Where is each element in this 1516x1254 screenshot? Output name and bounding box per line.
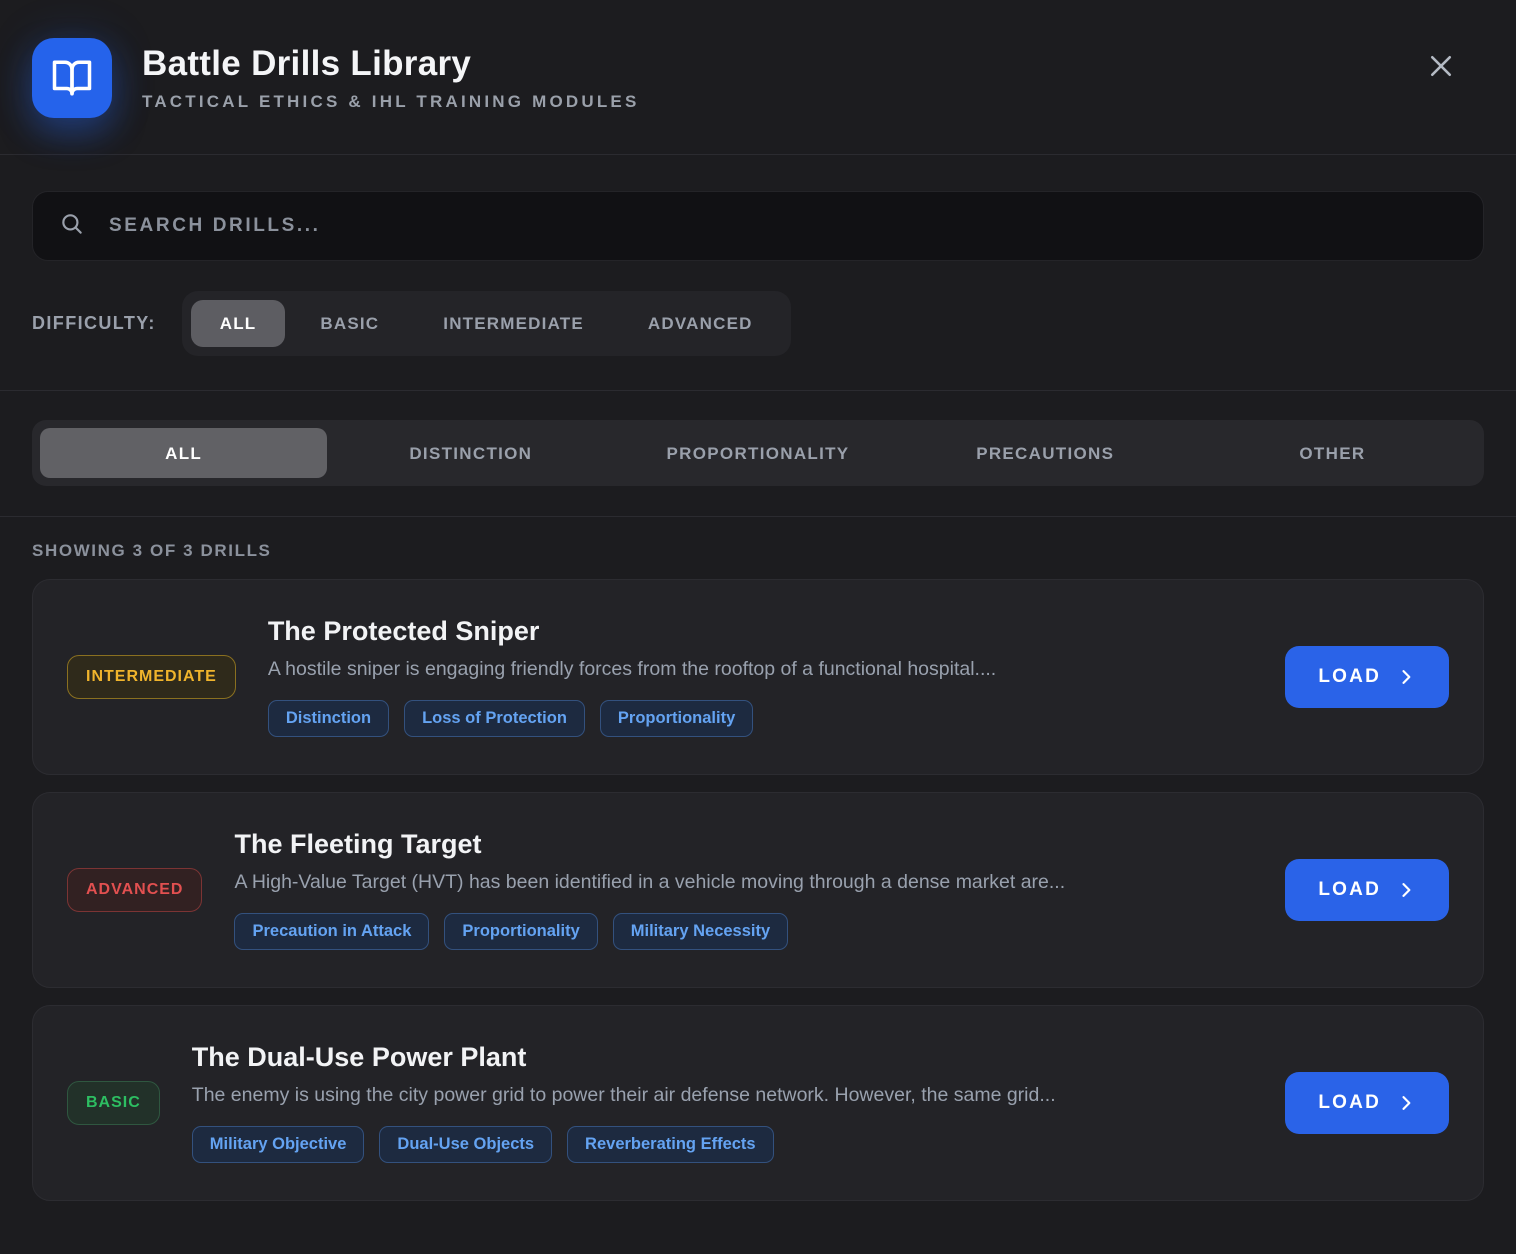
category-tab-precautions[interactable]: PRECAUTIONS bbox=[902, 428, 1189, 478]
drill-tag: Dual-Use Objects bbox=[379, 1126, 552, 1163]
chevron-right-icon bbox=[1396, 667, 1416, 687]
drill-tags: Precaution in Attack Proportionality Milit… bbox=[234, 913, 1253, 950]
chevron-right-icon bbox=[1396, 1093, 1416, 1113]
category-tab-proportionality[interactable]: PROPORTIONALITY bbox=[614, 428, 901, 478]
drill-content: The Fleeting Target A High-Value Target … bbox=[234, 830, 1253, 950]
category-tab-other[interactable]: OTHER bbox=[1189, 428, 1476, 478]
chevron-right-icon bbox=[1396, 880, 1416, 900]
category-tab-all[interactable]: ALL bbox=[40, 428, 327, 478]
difficulty-filter-row: DIFFICULTY: ALLBASICINTERMEDIATEADVANCED bbox=[32, 291, 1484, 356]
drill-tag: Military Objective bbox=[192, 1126, 365, 1163]
battle-drills-library-modal: Battle Drills Library TACTICAL ETHICS & … bbox=[0, 0, 1516, 1254]
page-title: Battle Drills Library bbox=[142, 46, 639, 81]
load-button[interactable]: LOAD bbox=[1285, 859, 1449, 921]
category-tabs-section: ALLDISTINCTIONPROPORTIONALITYPRECAUTIONS… bbox=[0, 391, 1516, 516]
drill-title: The Protected Sniper bbox=[268, 617, 1254, 647]
search-input[interactable] bbox=[107, 214, 1457, 238]
load-button-label: LOAD bbox=[1318, 1092, 1381, 1114]
drill-tag: Proportionality bbox=[600, 700, 753, 737]
drill-content: The Dual-Use Power Plant The enemy is us… bbox=[192, 1043, 1254, 1163]
drill-tag: Distinction bbox=[268, 700, 389, 737]
drill-tag: Military Necessity bbox=[613, 913, 788, 950]
load-button[interactable]: LOAD bbox=[1285, 1072, 1449, 1134]
drill-tag: Reverberating Effects bbox=[567, 1126, 774, 1163]
load-button[interactable]: LOAD bbox=[1285, 646, 1449, 708]
drill-tag: Loss of Protection bbox=[404, 700, 585, 737]
category-tab-distinction[interactable]: DISTINCTION bbox=[327, 428, 614, 478]
drill-content: The Protected Sniper A hostile sniper is… bbox=[268, 617, 1254, 737]
results-summary: SHOWING 3 OF 3 DRILLS bbox=[32, 541, 1484, 561]
drill-tags: Distinction Loss of Protection Proportiona… bbox=[268, 700, 1254, 737]
drill-description: The enemy is using the city power grid t… bbox=[192, 1084, 1254, 1107]
controls-section: DIFFICULTY: ALLBASICINTERMEDIATEADVANCED bbox=[0, 155, 1516, 390]
drill-tags: Military Objective Dual-Use Objects Reverb… bbox=[192, 1126, 1254, 1163]
header-titles: Battle Drills Library TACTICAL ETHICS & … bbox=[142, 46, 639, 110]
load-button-label: LOAD bbox=[1318, 666, 1381, 688]
drill-list-section: SHOWING 3 OF 3 DRILLS INTERMEDIATE The P… bbox=[0, 517, 1516, 1218]
difficulty-option-advanced[interactable]: ADVANCED bbox=[619, 300, 782, 347]
difficulty-badge: BASIC bbox=[67, 1081, 160, 1125]
page-subtitle: TACTICAL ETHICS & IHL TRAINING MODULES bbox=[142, 93, 639, 110]
close-icon bbox=[1426, 51, 1456, 84]
difficulty-option-basic[interactable]: BASIC bbox=[291, 300, 408, 347]
drill-card: INTERMEDIATE The Protected Sniper A host… bbox=[32, 579, 1484, 775]
difficulty-badge: ADVANCED bbox=[67, 868, 202, 912]
difficulty-group: ALLBASICINTERMEDIATEADVANCED bbox=[182, 291, 791, 356]
drill-tag: Precaution in Attack bbox=[234, 913, 429, 950]
drill-title: The Dual-Use Power Plant bbox=[192, 1043, 1254, 1073]
search-bar bbox=[32, 191, 1484, 261]
load-button-label: LOAD bbox=[1318, 879, 1381, 901]
drill-list: INTERMEDIATE The Protected Sniper A host… bbox=[32, 579, 1484, 1201]
drill-description: A hostile sniper is engaging friendly fo… bbox=[268, 658, 1254, 681]
drill-title: The Fleeting Target bbox=[234, 830, 1253, 860]
difficulty-option-intermediate[interactable]: INTERMEDIATE bbox=[414, 300, 613, 347]
search-icon bbox=[59, 211, 85, 242]
modal-header: Battle Drills Library TACTICAL ETHICS & … bbox=[0, 0, 1516, 155]
difficulty-option-all[interactable]: ALL bbox=[191, 300, 286, 347]
drill-tag: Proportionality bbox=[444, 913, 597, 950]
drill-description: A High-Value Target (HVT) has been ident… bbox=[234, 871, 1253, 894]
difficulty-label: DIFFICULTY: bbox=[32, 313, 156, 334]
category-tabs: ALLDISTINCTIONPROPORTIONALITYPRECAUTIONS… bbox=[32, 420, 1484, 486]
difficulty-badge: INTERMEDIATE bbox=[67, 655, 236, 699]
drill-card: ADVANCED The Fleeting Target A High-Valu… bbox=[32, 792, 1484, 988]
drill-card: BASIC The Dual-Use Power Plant The enemy… bbox=[32, 1005, 1484, 1201]
close-button[interactable] bbox=[1416, 41, 1466, 94]
open-book-icon bbox=[32, 38, 112, 118]
